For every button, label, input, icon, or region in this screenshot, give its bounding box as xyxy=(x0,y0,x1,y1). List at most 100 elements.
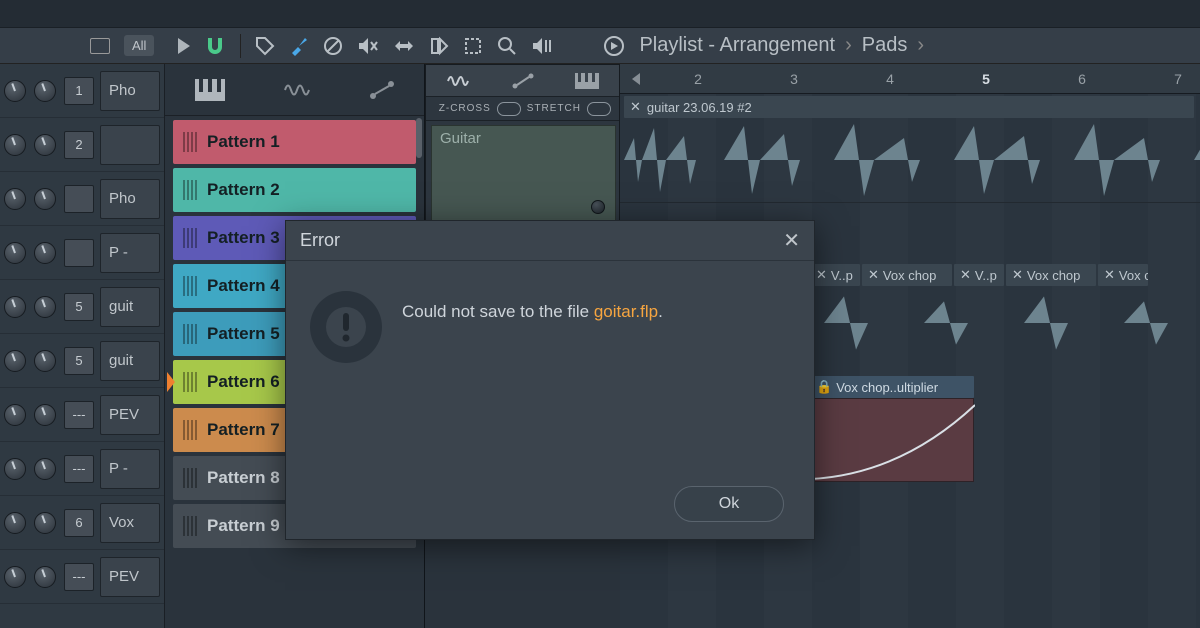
zoom-icon[interactable] xyxy=(497,36,517,56)
pan-knob[interactable] xyxy=(4,296,26,318)
channel-row[interactable]: 6 Vox xyxy=(0,496,164,550)
vox-clip[interactable]: ✕V..p xyxy=(954,264,1004,286)
breadcrumb-segment[interactable]: Pads xyxy=(862,34,908,57)
channel-name[interactable]: P - xyxy=(100,233,160,273)
playlist-icon[interactable] xyxy=(603,35,625,57)
timeline-ruler[interactable]: 234567 xyxy=(620,64,1200,94)
volume-knob[interactable] xyxy=(34,350,56,372)
channel-name[interactable]: Pho xyxy=(100,71,160,111)
select-icon[interactable] xyxy=(463,36,483,56)
waveform[interactable] xyxy=(624,118,1200,202)
all-filter-button[interactable]: All xyxy=(124,35,154,56)
channel-row[interactable]: P - xyxy=(0,226,164,280)
close-icon[interactable]: ✕ xyxy=(630,99,641,115)
volume-knob[interactable] xyxy=(34,458,56,480)
automation-clip-header[interactable]: 🔒 Vox chop..ultiplier xyxy=(810,376,974,398)
automation-icon[interactable] xyxy=(369,80,395,100)
brush-icon[interactable] xyxy=(289,36,309,56)
slip-icon[interactable] xyxy=(429,36,449,56)
volume-knob[interactable] xyxy=(34,134,56,156)
magnet-icon[interactable] xyxy=(204,35,226,57)
tag-icon[interactable] xyxy=(255,36,275,56)
channel-name[interactable]: guit xyxy=(100,287,160,327)
channel-number[interactable]: --- xyxy=(64,455,94,483)
volume-knob[interactable] xyxy=(34,512,56,534)
channel-row[interactable]: Pho xyxy=(0,172,164,226)
scrollbar-thumb[interactable] xyxy=(416,118,422,158)
channel-name[interactable]: P - xyxy=(100,449,160,489)
automation-clip-body[interactable] xyxy=(810,398,974,482)
pan-knob[interactable] xyxy=(4,404,26,426)
volume-knob[interactable] xyxy=(34,296,56,318)
channel-row[interactable]: --- PEV xyxy=(0,388,164,442)
channel-number[interactable]: 1 xyxy=(64,77,94,105)
pan-knob[interactable] xyxy=(4,350,26,372)
pan-knob[interactable] xyxy=(4,134,26,156)
folder-icon[interactable] xyxy=(90,38,110,54)
channel-number[interactable] xyxy=(64,239,94,267)
playback-icon[interactable] xyxy=(531,36,553,56)
channel-name[interactable]: guit xyxy=(100,341,160,381)
stretch-toggle[interactable] xyxy=(587,102,611,116)
wave-icon[interactable] xyxy=(447,72,471,90)
close-icon[interactable]: ✕ xyxy=(1104,267,1115,283)
vox-clip[interactable]: ✕Vox c xyxy=(1098,264,1148,286)
channel-number[interactable] xyxy=(64,185,94,213)
pan-knob[interactable] xyxy=(4,512,26,534)
close-icon[interactable]: ✕ xyxy=(816,267,827,283)
channel-number[interactable]: --- xyxy=(64,563,94,591)
channel-number[interactable]: 2 xyxy=(64,131,94,159)
close-icon[interactable]: ✕ xyxy=(868,267,879,283)
channel-name[interactable]: Pho xyxy=(100,179,160,219)
scroll-left-icon[interactable] xyxy=(632,73,640,85)
vox-clip[interactable]: ✕V..p xyxy=(810,264,860,286)
wave-icon[interactable] xyxy=(284,80,310,100)
channel-number[interactable]: --- xyxy=(64,401,94,429)
volume-knob[interactable] xyxy=(34,188,56,210)
zcross-toggle[interactable] xyxy=(497,102,521,116)
channel-row[interactable]: 1 Pho xyxy=(0,64,164,118)
piano-icon[interactable] xyxy=(195,79,225,101)
pan-knob[interactable] xyxy=(4,566,26,588)
volume-knob[interactable] xyxy=(34,404,56,426)
pan-knob[interactable] xyxy=(4,458,26,480)
dialog-titlebar[interactable]: Error ✕ xyxy=(286,221,814,261)
vox-clip[interactable]: ✕Vox chop xyxy=(1006,264,1096,286)
channel-name[interactable]: PEV xyxy=(100,395,160,435)
piano-icon[interactable] xyxy=(575,73,599,89)
channel-row[interactable]: --- P - xyxy=(0,442,164,496)
channel-number[interactable]: 5 xyxy=(64,347,94,375)
automation-icon[interactable] xyxy=(512,73,534,89)
arrows-h-icon[interactable] xyxy=(393,36,415,56)
mute-icon[interactable] xyxy=(357,36,379,56)
breadcrumb-segment[interactable]: Playlist - Arrangement xyxy=(639,34,835,57)
channel-row[interactable]: 5 guit xyxy=(0,334,164,388)
channel-number[interactable]: 5 xyxy=(64,293,94,321)
channel-row[interactable]: 2 xyxy=(0,118,164,172)
pattern-item[interactable]: Pattern 2 xyxy=(173,168,416,212)
close-icon[interactable]: ✕ xyxy=(783,228,800,253)
clip-handle-dot[interactable] xyxy=(591,200,605,214)
play-icon[interactable] xyxy=(178,38,190,54)
volume-knob[interactable] xyxy=(34,242,56,264)
pan-knob[interactable] xyxy=(4,188,26,210)
channel-row[interactable]: 5 guit xyxy=(0,280,164,334)
channel-name[interactable]: PEV xyxy=(100,557,160,597)
channel-name[interactable] xyxy=(100,125,160,165)
vox-clip[interactable]: ✕Vox chop xyxy=(862,264,952,286)
disable-icon[interactable] xyxy=(323,36,343,56)
pan-knob[interactable] xyxy=(4,242,26,264)
pattern-item[interactable]: Pattern 1 xyxy=(173,120,416,164)
pan-knob[interactable] xyxy=(4,80,26,102)
channel-number[interactable]: 6 xyxy=(64,509,94,537)
channel-name[interactable]: Vox xyxy=(100,503,160,543)
volume-knob[interactable] xyxy=(34,80,56,102)
audio-clip-header[interactable]: ✕ guitar 23.06.19 #2 xyxy=(624,96,1194,118)
channel-row[interactable]: --- PEV xyxy=(0,550,164,604)
editor-clip[interactable]: Guitar xyxy=(431,125,616,225)
volume-knob[interactable] xyxy=(34,566,56,588)
close-icon[interactable]: ✕ xyxy=(960,267,971,283)
breadcrumb[interactable]: Playlist - Arrangement › Pads › xyxy=(639,34,924,57)
close-icon[interactable]: ✕ xyxy=(1012,267,1023,283)
ok-button[interactable]: Ok xyxy=(674,486,784,522)
